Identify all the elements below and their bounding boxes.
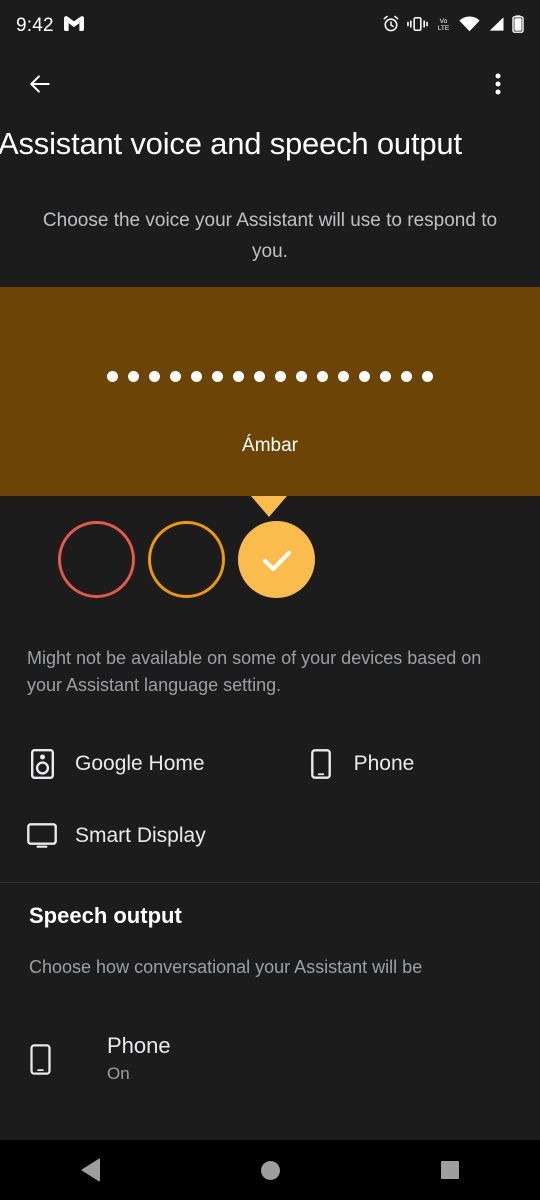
gmail-icon <box>63 15 84 37</box>
waveform-dot <box>107 371 118 382</box>
device-row: Smart Display <box>27 810 513 862</box>
waveform-dot <box>254 371 265 382</box>
nav-back-icon <box>80 1158 100 1182</box>
waveform-dot <box>296 371 307 382</box>
speech-output-title: Speech output <box>29 903 182 928</box>
voice-swatch-row <box>58 521 315 598</box>
cell-signal-icon <box>487 16 505 37</box>
voice-waveform-dots <box>0 371 540 382</box>
volte-icon: Vo LTE <box>435 16 452 37</box>
nav-recents-button[interactable] <box>360 1140 540 1200</box>
waveform-dot <box>338 371 349 382</box>
app-screen: 9:42 Vo LTE Assistant voice and speech o… <box>0 0 540 1200</box>
device-label: Smart Display <box>75 824 206 847</box>
status-bar-right: Vo LTE <box>382 14 524 38</box>
page-subtitle: Choose the voice your Assistant will use… <box>42 210 498 262</box>
smart-display-icon <box>27 823 57 849</box>
waveform-dot <box>422 371 433 382</box>
waveform-dot <box>191 371 202 382</box>
list-item-title: Phone <box>107 1033 171 1058</box>
waveform-dot <box>149 371 160 382</box>
voice-preview-band[interactable]: Ámbar <box>0 287 540 496</box>
nav-recents-icon <box>441 1161 459 1179</box>
waveform-dot <box>170 371 181 382</box>
overflow-menu-button[interactable] <box>476 64 520 108</box>
waveform-dot <box>401 371 412 382</box>
waveform-dot <box>317 371 328 382</box>
svg-text:Vo: Vo <box>440 18 448 25</box>
app-bar <box>0 52 540 120</box>
waveform-dot <box>212 371 223 382</box>
page-title: Assistant voice and speech output <box>0 126 462 161</box>
waveform-dot <box>380 371 391 382</box>
waveform-dot <box>233 371 244 382</box>
device-label: Google Home <box>75 752 205 775</box>
nav-back-button[interactable] <box>0 1140 180 1200</box>
battery-icon <box>512 14 524 38</box>
voice-swatch-orange[interactable] <box>148 521 225 598</box>
waveform-dot <box>359 371 370 382</box>
device-chip-phone: Phone <box>306 749 415 779</box>
vibrate-icon <box>407 16 428 37</box>
device-chip-google-home: Google Home <box>27 749 205 779</box>
supported-devices-list: Google Home Phone Smart Display <box>27 738 513 862</box>
device-row: Google Home Phone <box>27 738 513 790</box>
voice-swatch-amber[interactable] <box>238 521 315 598</box>
svg-text:LTE: LTE <box>438 25 450 32</box>
wifi-icon <box>459 15 480 37</box>
speech-output-description: Choose how conversational your Assistant… <box>29 957 423 977</box>
check-icon <box>262 550 291 571</box>
status-bar: 9:42 Vo LTE <box>0 0 540 52</box>
voice-swatch-red[interactable] <box>58 521 135 598</box>
voice-name-label: Ámbar <box>242 435 298 456</box>
list-item-subtitle: On <box>107 1064 130 1083</box>
section-divider <box>0 882 540 883</box>
nav-home-icon <box>260 1160 280 1180</box>
device-chip-smart-display: Smart Display <box>27 823 206 849</box>
waveform-dot <box>275 371 286 382</box>
phone-icon <box>30 1043 74 1075</box>
availability-note: Might not be available on some of your d… <box>27 648 482 695</box>
list-item-text: Phone On <box>107 1032 171 1086</box>
device-label: Phone <box>353 752 415 775</box>
phone-icon <box>306 749 336 779</box>
back-button[interactable] <box>18 64 62 108</box>
list-item-phone[interactable]: Phone On <box>0 1016 540 1102</box>
more-vert-icon <box>495 72 501 101</box>
waveform-dot <box>128 371 139 382</box>
selected-voice-pointer <box>251 496 287 517</box>
status-bar-left: 9:42 <box>16 15 84 37</box>
status-bar-clock: 9:42 <box>16 15 54 36</box>
system-navigation-bar <box>0 1140 540 1200</box>
nav-home-button[interactable] <box>180 1140 360 1200</box>
speaker-icon <box>27 749 57 779</box>
alarm-icon <box>382 15 400 38</box>
arrow-back-icon <box>27 71 53 102</box>
